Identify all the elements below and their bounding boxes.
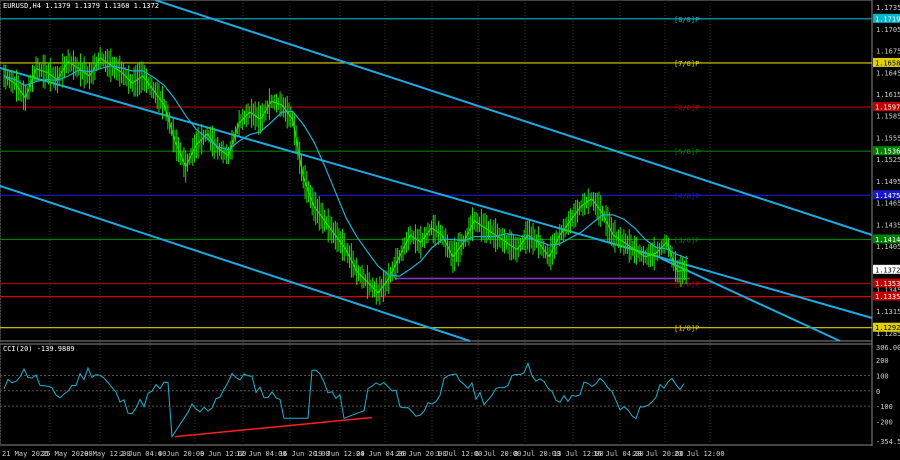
cci-tick-6: -354.5583: [876, 438, 900, 446]
price-tick-1: 1.1705: [876, 26, 900, 34]
price-tick-7: 1.1525: [876, 156, 900, 164]
price-label-8: 1.1335: [875, 293, 900, 301]
cci-tick-5: -200: [876, 418, 893, 426]
price-label-0: 1.1719: [875, 15, 900, 23]
murrey-label-0: [8/8]P: [674, 16, 699, 24]
price-label-4: 1.1475: [875, 192, 900, 200]
price-chart[interactable]: 1.17351.17051.16751.16451.16151.15851.15…: [0, 0, 900, 460]
price-tick-6: 1.1555: [876, 134, 900, 142]
murrey-label-4: [4/8]P: [674, 192, 699, 200]
price-label-1: 1.1658: [875, 59, 900, 67]
price-label-6: 1.1372: [875, 266, 900, 274]
murrey-label-1: [7/8]P: [674, 60, 699, 68]
date-tick-4: 4 Jun 20:00: [158, 450, 204, 458]
cci-tick-4: -100: [876, 403, 893, 411]
murrey-label-3: [5/8]P: [674, 148, 699, 156]
price-tick-8: 1.1495: [876, 178, 900, 186]
price-label-2: 1.1597: [875, 104, 900, 112]
cci-tick-1: 200: [876, 357, 889, 365]
cci-tick-0: 306.0021: [876, 344, 900, 352]
price-tick-14: 1.1315: [876, 308, 900, 316]
price-line: [3, 57, 689, 294]
cci-pane-frame: [0, 343, 873, 446]
murrey-label-5: [3/8]P: [674, 236, 699, 244]
date-tick-17: 23 Jul 12:00: [674, 450, 725, 458]
price-tick-0: 1.1735: [876, 4, 900, 12]
cci-title: CCI(20) -139.9889: [3, 345, 75, 353]
price-tick-10: 1.1435: [876, 221, 900, 229]
cci-tick-2: 100: [876, 372, 889, 380]
price-label-5: 1.1414: [875, 236, 900, 244]
cci-line: [3, 361, 685, 439]
murrey-label-7: [1/8]P: [674, 325, 699, 333]
price-label-7: 1.1353: [875, 280, 900, 288]
murrey-label-2: [6/8]P: [674, 104, 699, 112]
cci-tick-3: 0: [876, 388, 880, 396]
price-tick-4: 1.1615: [876, 91, 900, 99]
price-tick-9: 1.1465: [876, 200, 900, 208]
chart-title: EURUSD,H4 1.1379 1.1379 1.1368 1.1372: [3, 2, 159, 10]
price-tick-3: 1.1645: [876, 69, 900, 77]
price-tick-2: 1.1675: [876, 48, 900, 56]
price-tick-5: 1.1585: [876, 113, 900, 121]
divergence-line: [174, 416, 373, 438]
price-label-9: 1.1292: [875, 324, 900, 332]
price-pane-frame: [0, 0, 873, 342]
price-label-3: 1.1536: [875, 148, 900, 156]
price-tick-11: 1.1405: [876, 243, 900, 251]
